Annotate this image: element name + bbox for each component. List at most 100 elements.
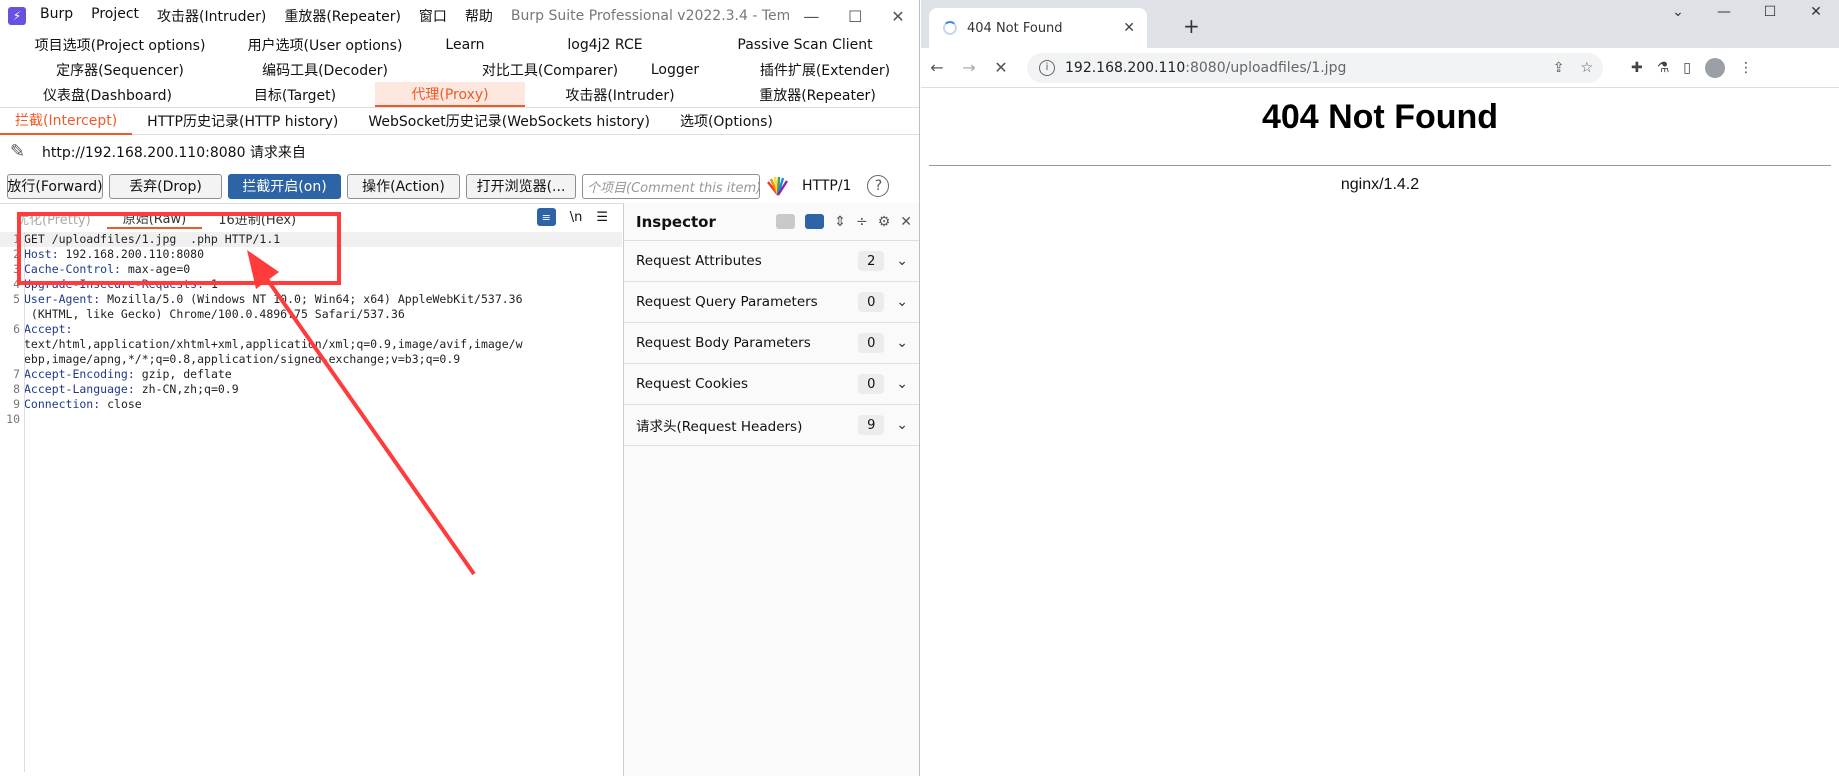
tab-user-options[interactable]: 用户选项(User options) bbox=[240, 32, 410, 57]
inspector-row[interactable]: 请求头(Request Headers) 9 ⌄ bbox=[624, 405, 919, 446]
tab-project-options[interactable]: 项目选项(Project options) bbox=[0, 32, 240, 57]
inspector-row[interactable]: Request Cookies 0 ⌄ bbox=[624, 364, 919, 405]
lab-flask-icon[interactable]: ⚗ bbox=[1657, 60, 1670, 76]
line-text: (KHTML, like Gecko) Chrome/100.0.4896.75… bbox=[24, 307, 405, 322]
new-tab-icon[interactable]: + bbox=[1183, 14, 1200, 38]
close-tab-icon[interactable]: ✕ bbox=[1123, 20, 1135, 36]
inspector-row[interactable]: Request Body Parameters 0 ⌄ bbox=[624, 323, 919, 364]
chevron-down-icon[interactable]: ⌄ bbox=[896, 294, 908, 310]
url-path: :8080/uploadfiles/1.jpg bbox=[1185, 59, 1347, 76]
menu-project[interactable]: Project bbox=[91, 6, 139, 26]
header-value: close bbox=[100, 397, 142, 411]
profile-avatar[interactable] bbox=[1705, 57, 1726, 78]
open-browser-button[interactable]: 打开浏览器(... bbox=[466, 173, 576, 199]
line-text: Connection: close bbox=[24, 397, 142, 412]
menu-repeater[interactable]: 重放器(Repeater) bbox=[284, 6, 401, 26]
intercept-toggle-button[interactable]: 拦截开启(on) bbox=[228, 173, 341, 199]
forward-button[interactable]: 放行(Forward) bbox=[7, 173, 103, 199]
close-icon[interactable]: ✕ bbox=[891, 7, 904, 26]
inspector-row-label: Request Body Parameters bbox=[636, 335, 811, 351]
subtab-http-history[interactable]: HTTP历史记录(HTTP history) bbox=[132, 107, 353, 135]
action-button[interactable]: 操作(Action) bbox=[347, 173, 460, 199]
chevron-down-icon[interactable]: ⌄ bbox=[896, 417, 908, 433]
maximize-icon[interactable]: ☐ bbox=[848, 7, 862, 26]
layout-vertical-icon[interactable] bbox=[805, 214, 825, 229]
tab-learn[interactable]: Learn bbox=[410, 32, 520, 57]
tab-proxy[interactable]: 代理(Proxy) bbox=[375, 82, 525, 107]
line-text: User-Agent: Mozilla/5.0 (Windows NT 10.0… bbox=[24, 292, 523, 307]
maximize-icon[interactable]: ☐ bbox=[1747, 4, 1793, 20]
menu-help[interactable]: 帮助 bbox=[465, 6, 493, 26]
request-line: 9 Connection: close bbox=[0, 397, 622, 412]
request-line: 7 Accept-Encoding: gzip, deflate bbox=[0, 367, 622, 382]
forward-icon[interactable]: → bbox=[953, 58, 985, 77]
menu-burp[interactable]: Burp bbox=[40, 6, 73, 26]
share-icon[interactable]: ⇪ bbox=[1553, 60, 1565, 76]
tab-target[interactable]: 目标(Target) bbox=[215, 82, 375, 107]
burp-logo-icon: ⚡ bbox=[8, 7, 26, 25]
http-version-label[interactable]: HTTP/1 bbox=[802, 178, 851, 194]
tab-sequencer[interactable]: 定序器(Sequencer) bbox=[0, 57, 240, 82]
expand-all-icon[interactable]: ⇕ bbox=[834, 214, 846, 230]
kebab-menu-icon[interactable]: ⋮ bbox=[1739, 60, 1753, 76]
collapse-all-icon[interactable]: ÷ bbox=[856, 214, 868, 230]
page-content: 404 Not Found nginx/1.4.2 bbox=[921, 98, 1839, 194]
bookmark-star-icon[interactable]: ☆ bbox=[1580, 60, 1593, 76]
request-editor: 优化(Pretty) 原始(Raw) 16进制(Hex) ≡ \n ☰ 1 GET… bbox=[0, 203, 622, 776]
newline-toggle[interactable]: \n bbox=[570, 210, 583, 225]
tab-log4j2-rce[interactable]: log4j2 RCE bbox=[520, 32, 690, 57]
inspector-row[interactable]: Request Attributes 2 ⌄ bbox=[624, 241, 919, 282]
minimize-icon[interactable]: — bbox=[803, 7, 819, 26]
chevron-down-icon[interactable]: ⌄ bbox=[896, 253, 908, 269]
burp-window-controls: — ☐ ✕ bbox=[789, 7, 919, 26]
settings-gear-icon[interactable]: ⚙ bbox=[878, 214, 891, 230]
inspector-title: Inspector bbox=[636, 212, 716, 231]
line-number: 6 bbox=[13, 322, 20, 336]
minimize-icon[interactable]: — bbox=[1701, 4, 1747, 20]
site-info-icon[interactable]: i bbox=[1039, 59, 1055, 76]
pencil-icon[interactable]: ✎ bbox=[10, 141, 32, 163]
header-key: User-Agent: bbox=[24, 292, 101, 306]
layout-horizontal-icon[interactable] bbox=[776, 214, 796, 229]
line-number bbox=[0, 337, 24, 352]
tab-repeater[interactable]: 重放器(Repeater) bbox=[715, 82, 919, 107]
subtab-options[interactable]: 选项(Options) bbox=[665, 107, 788, 135]
side-panel-icon[interactable]: ▯ bbox=[1683, 60, 1691, 76]
tab-decoder[interactable]: 编码工具(Decoder) bbox=[240, 57, 410, 82]
comment-field[interactable]: 个项目(Comment this item) bbox=[582, 173, 760, 199]
line-number: 8 bbox=[13, 382, 20, 396]
close-inspector-icon[interactable]: ✕ bbox=[900, 214, 912, 230]
help-icon[interactable]: ? bbox=[867, 175, 890, 197]
menu-intruder[interactable]: 攻击器(Intruder) bbox=[157, 6, 266, 26]
close-icon[interactable]: ✕ bbox=[1793, 4, 1839, 20]
subtab-websockets-history[interactable]: WebSocket历史记录(WebSockets history) bbox=[353, 107, 665, 135]
chevron-down-icon[interactable]: ⌄ bbox=[896, 335, 908, 351]
extensions-puzzle-icon[interactable]: ✚ bbox=[1631, 60, 1643, 76]
word-wrap-icon[interactable]: ≡ bbox=[536, 208, 556, 226]
stop-loading-icon[interactable]: ✕ bbox=[985, 58, 1017, 77]
inspector-row-count: 2 bbox=[858, 251, 885, 271]
browser-toolbar: ← → ✕ i 192.168.200.110:8080/uploadfiles… bbox=[921, 48, 1839, 88]
tab-search-chevron-icon[interactable]: ⌄ bbox=[1655, 4, 1701, 20]
line-text: Accept-Language: zh-CN,zh;q=0.9 bbox=[24, 382, 239, 397]
browser-tab-title: 404 Not Found bbox=[967, 20, 1063, 36]
tab-logger[interactable]: Logger bbox=[620, 57, 730, 82]
address-bar[interactable]: i 192.168.200.110:8080/uploadfiles/1.jpg… bbox=[1027, 52, 1603, 83]
inspector-row-label: Request Query Parameters bbox=[636, 294, 818, 310]
header-value: ebp,image/apng,*/*;q=0.8,application/sig… bbox=[24, 352, 461, 366]
tab-dashboard[interactable]: 仪表盘(Dashboard) bbox=[0, 82, 215, 107]
line-number: 9 bbox=[13, 397, 20, 411]
browser-tab[interactable]: 404 Not Found ✕ bbox=[929, 8, 1147, 48]
subtab-intercept[interactable]: 拦截(Intercept) bbox=[0, 107, 133, 135]
menu-icon[interactable]: ☰ bbox=[596, 210, 608, 225]
back-icon[interactable]: ← bbox=[921, 58, 953, 77]
drop-button[interactable]: 丢弃(Drop) bbox=[109, 173, 222, 199]
inspector-row[interactable]: Request Query Parameters 0 ⌄ bbox=[624, 282, 919, 323]
tab-intruder[interactable]: 攻击器(Intruder) bbox=[525, 82, 715, 107]
tab-passive-scan-client[interactable]: Passive Scan Client bbox=[690, 32, 919, 57]
tab-extender-visible[interactable]: 插件扩展(Extender) bbox=[730, 57, 919, 82]
highlight-color-icon[interactable] bbox=[766, 176, 790, 196]
divider bbox=[929, 165, 1831, 166]
menu-window[interactable]: 窗口 bbox=[419, 6, 447, 26]
chevron-down-icon[interactable]: ⌄ bbox=[896, 376, 908, 392]
